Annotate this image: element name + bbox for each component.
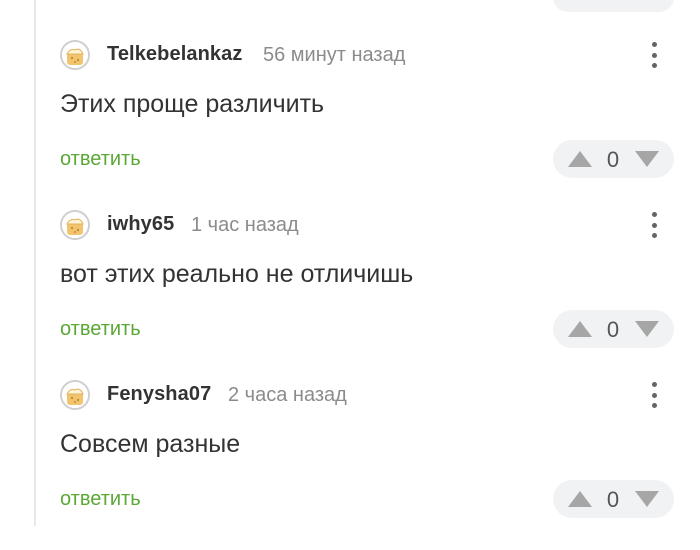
comment: iwhy65 1 час назад вот этих реально не о…	[60, 210, 680, 380]
comment-time: 56 минут назад	[263, 44, 406, 66]
comment: Telkebelankaz 56 минут назад Этих проще …	[60, 40, 680, 210]
default-avatar-icon[interactable]	[60, 40, 90, 70]
downvote-arrow-icon[interactable]	[634, 150, 660, 168]
comment-time: 2 часа назад	[228, 384, 347, 406]
upvote-arrow-icon[interactable]	[567, 150, 593, 168]
reply-button[interactable]: ответить	[60, 488, 141, 511]
vote-count: 0	[606, 147, 620, 172]
default-avatar-icon[interactable]	[60, 210, 90, 240]
upvote-arrow-icon[interactable]	[567, 490, 593, 508]
thread-line	[34, 0, 36, 526]
more-vertical-icon[interactable]	[645, 210, 663, 240]
comment-text: вот этих реально не отличишь	[60, 260, 414, 288]
vote-count: 0	[606, 317, 620, 342]
comment-author[interactable]: Fenysha07	[107, 383, 211, 406]
vote-control: 0	[553, 310, 674, 348]
comment-text: Этих проще различить	[60, 90, 325, 118]
comment-time: 1 час назад	[191, 214, 299, 236]
upvote-arrow-icon[interactable]	[567, 320, 593, 338]
default-avatar-icon[interactable]	[60, 380, 90, 410]
comment-author[interactable]: iwhy65	[107, 213, 174, 236]
vote-count: 0	[606, 487, 620, 512]
comment-text: Совсем разные	[60, 430, 241, 458]
reply-button[interactable]: ответить	[60, 318, 141, 341]
more-vertical-icon[interactable]	[645, 380, 663, 410]
previous-comment-vote-control	[553, 0, 674, 12]
comment-author[interactable]: Telkebelankaz	[107, 43, 242, 66]
comment: Fenysha07 2 часа назад Совсем разные отв…	[60, 380, 680, 550]
downvote-arrow-icon[interactable]	[634, 490, 660, 508]
downvote-arrow-icon[interactable]	[634, 320, 660, 338]
vote-control: 0	[553, 480, 674, 518]
vote-control: 0	[553, 140, 674, 178]
reply-button[interactable]: ответить	[60, 148, 141, 171]
more-vertical-icon[interactable]	[645, 40, 663, 70]
